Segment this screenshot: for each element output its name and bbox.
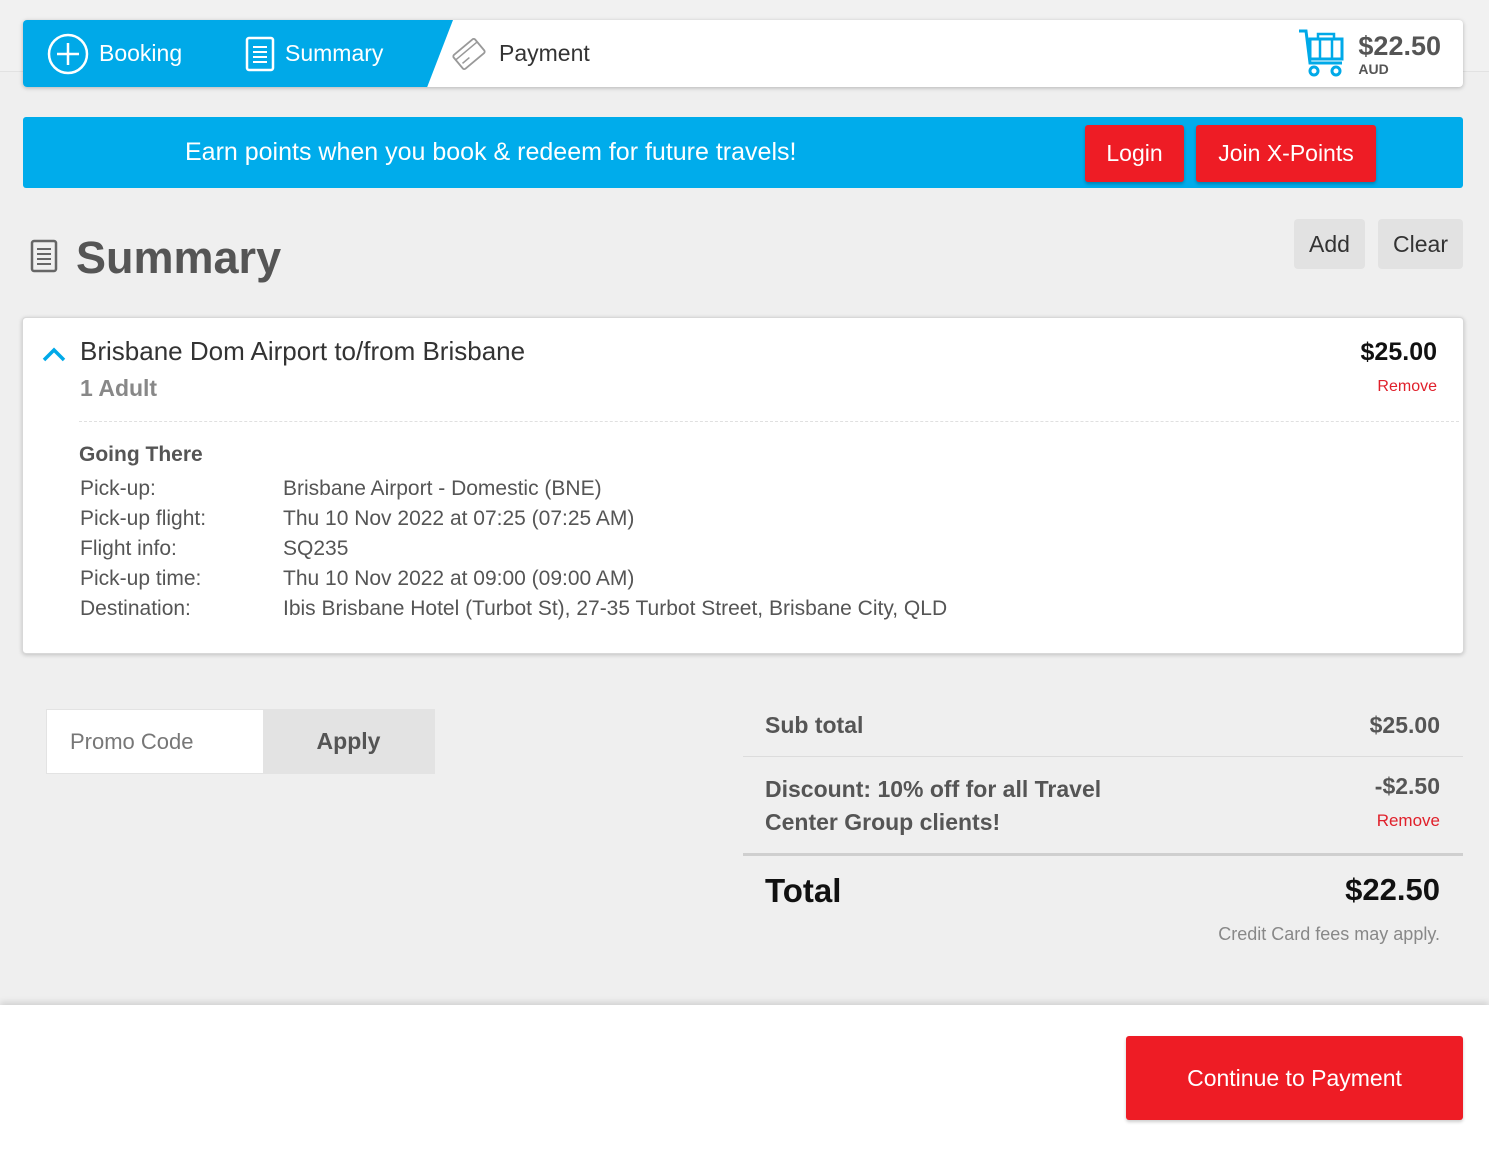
cart-amount: $22.50 AUD xyxy=(1358,30,1441,77)
footer-bar: Continue to Payment xyxy=(0,1005,1489,1160)
detail-label: Destination: xyxy=(80,597,191,620)
subtotal-value: $25.00 xyxy=(1369,712,1440,738)
detail-value: Thu 10 Nov 2022 at 09:00 (09:00 AM) xyxy=(283,567,635,590)
detail-label: Pick-up: xyxy=(80,477,156,500)
document-icon xyxy=(30,239,58,278)
promo-code-form: Apply xyxy=(46,709,435,774)
divider xyxy=(79,421,1459,422)
total-label: Total xyxy=(765,872,842,909)
document-icon xyxy=(245,36,275,72)
chevron-up-icon[interactable] xyxy=(41,345,67,368)
add-button[interactable]: Add xyxy=(1294,219,1365,269)
step-booking[interactable]: Booking xyxy=(47,20,182,87)
detail-label: Flight info: xyxy=(80,537,177,560)
discount-row: Discount: 10% off for all Travel Center … xyxy=(743,757,1463,856)
summary-header: Summary xyxy=(30,232,281,284)
fees-note: Credit Card fees may apply. xyxy=(1218,924,1440,944)
clear-button[interactable]: Clear xyxy=(1378,219,1463,269)
detail-value: SQ235 xyxy=(283,537,349,560)
subtotal-label: Sub total xyxy=(765,712,864,738)
detail-value: Thu 10 Nov 2022 at 07:25 (07:25 AM) xyxy=(283,507,635,530)
trip-section-title: Going There xyxy=(79,443,203,466)
login-button[interactable]: Login xyxy=(1085,125,1184,182)
detail-value: Brisbane Airport - Domestic (BNE) xyxy=(283,477,602,500)
page-title: Summary xyxy=(76,232,282,283)
subtotal-row: Sub total $25.00 xyxy=(743,698,1463,757)
banner-message: Earn points when you book & redeem for f… xyxy=(185,138,797,166)
detail-value: Ibis Brisbane Hotel (Turbot St), 27-35 T… xyxy=(283,597,948,620)
step-summary-label: Summary xyxy=(285,40,384,66)
detail-label: Pick-up flight: xyxy=(80,507,207,530)
detail-row: Pick-up: Brisbane Airport - Domestic (BN… xyxy=(80,474,947,504)
cart-price: $22.50 xyxy=(1358,30,1441,61)
cart-summary[interactable]: $22.50 AUD xyxy=(1296,26,1441,82)
step-payment[interactable]: Payment xyxy=(449,20,590,87)
trip-details: Pick-up: Brisbane Airport - Domestic (BN… xyxy=(80,474,947,624)
step-navigation: Booking Summary Payment $22.50 AUD xyxy=(23,20,1463,87)
apply-button[interactable]: Apply xyxy=(263,710,434,773)
plus-circle-icon xyxy=(47,33,89,75)
points-banner: Earn points when you book & redeem for f… xyxy=(23,117,1463,188)
detail-row: Destination: Ibis Brisbane Hotel (Turbot… xyxy=(80,594,947,624)
credit-card-icon xyxy=(449,34,489,74)
trip-route: Brisbane Dom Airport to/from Brisbane xyxy=(80,336,526,366)
trip-price: $25.00 xyxy=(1360,338,1437,366)
detail-row: Flight info: SQ235 xyxy=(80,534,947,564)
discount-value: -$2.50 xyxy=(1374,773,1440,799)
trip-card: Brisbane Dom Airport to/from Brisbane 1 … xyxy=(22,317,1464,654)
promo-code-input[interactable] xyxy=(47,710,263,773)
discount-label: Discount: 10% off for all Travel Center … xyxy=(765,776,1102,835)
trip-remove-link[interactable]: Remove xyxy=(1377,378,1437,396)
detail-label: Pick-up time: xyxy=(80,567,202,590)
step-booking-label: Booking xyxy=(99,40,183,66)
cart-icon xyxy=(1296,25,1348,84)
total-value: $22.50 xyxy=(1345,872,1440,907)
join-xpoints-button[interactable]: Join X-Points xyxy=(1196,125,1376,182)
trip-passengers: 1 Adult xyxy=(80,375,158,401)
continue-to-payment-button[interactable]: Continue to Payment xyxy=(1126,1036,1463,1120)
discount-remove-link[interactable]: Remove xyxy=(1377,811,1440,831)
order-totals: Sub total $25.00 Discount: 10% off for a… xyxy=(743,698,1463,944)
detail-row: Pick-up flight: Thu 10 Nov 2022 at 07:25… xyxy=(80,504,947,534)
total-row: Total $22.50 xyxy=(743,856,1463,926)
step-payment-label: Payment xyxy=(499,40,590,66)
cart-currency: AUD xyxy=(1358,60,1389,77)
detail-row: Pick-up time: Thu 10 Nov 2022 at 09:00 (… xyxy=(80,564,947,594)
step-summary[interactable]: Summary xyxy=(245,20,383,87)
